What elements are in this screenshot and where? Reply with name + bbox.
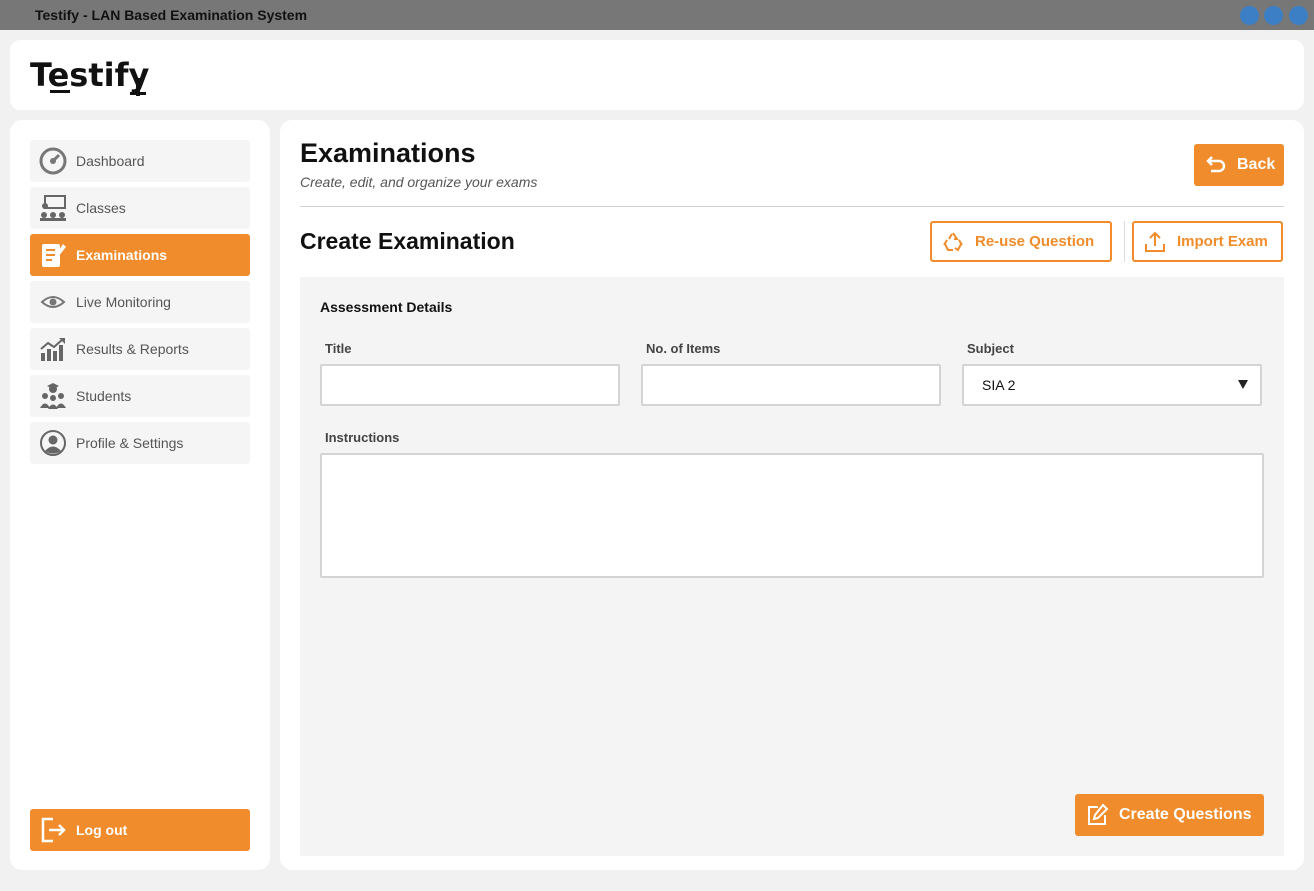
close-button[interactable]	[1289, 6, 1308, 25]
header-card	[10, 40, 1304, 110]
sidebar-item-profile-settings[interactable]: Profile & Settings	[30, 422, 250, 464]
button-separator	[1124, 221, 1125, 262]
sidebar-item-label: Classes	[76, 200, 126, 216]
sidebar-item-label: Students	[76, 388, 132, 404]
page-title: Examinations	[300, 138, 476, 168]
create-questions-button[interactable]: Create Questions	[1075, 794, 1264, 836]
students-icon	[39, 382, 67, 410]
eye-icon	[39, 288, 67, 316]
title-label: Title	[325, 341, 352, 356]
section-title: Create Examination	[300, 228, 515, 254]
testify-logo: Testify	[30, 56, 150, 96]
back-label: Back	[1237, 156, 1276, 173]
subject-label: Subject	[967, 341, 1014, 356]
divider	[300, 206, 1284, 207]
user-circle-icon	[39, 429, 67, 457]
assessment-details-panel: Assessment Details Title No. of Items Su…	[300, 277, 1284, 856]
sidebar-item-label: Profile & Settings	[76, 435, 184, 451]
sidebar-item-dashboard[interactable]: Dashboard	[30, 140, 250, 182]
logout-icon	[39, 816, 67, 844]
instructions-label: Instructions	[325, 430, 400, 445]
sidebar-item-examinations[interactable]: Examinations	[30, 234, 250, 276]
logout-button[interactable]: Log out	[30, 809, 250, 851]
undo-arrow-icon	[1206, 156, 1226, 173]
minimize-button[interactable]	[1240, 6, 1259, 25]
subject-select[interactable]: SIA 2	[962, 364, 1262, 406]
upload-icon	[1145, 231, 1165, 252]
sidebar-item-label: Live Monitoring	[76, 294, 171, 310]
main-content: Examinations Create, edit, and organize …	[280, 120, 1304, 870]
sidebar-item-live-monitoring[interactable]: Live Monitoring	[30, 281, 250, 323]
title-input[interactable]	[320, 364, 620, 406]
sidebar-item-results-reports[interactable]: Results & Reports	[30, 328, 250, 370]
reuse-question-button[interactable]: Re-use Question	[930, 221, 1112, 262]
svg-text:Testify: Testify	[30, 56, 150, 94]
sidebar-item-label: Results & Reports	[76, 341, 189, 357]
items-input[interactable]	[641, 364, 941, 406]
chevron-down-icon	[1238, 380, 1248, 389]
edit-pencil-icon	[1088, 803, 1109, 825]
chart-trend-icon	[39, 335, 67, 363]
panel-title: Assessment Details	[320, 299, 453, 315]
sidebar: Dashboard Classes Examinations Live Moni…	[10, 120, 270, 870]
sidebar-item-classes[interactable]: Classes	[30, 187, 250, 229]
classroom-icon	[39, 194, 67, 222]
subject-value: SIA 2	[982, 377, 1016, 393]
instructions-textarea[interactable]	[320, 453, 1264, 578]
reuse-question-label: Re-use Question	[975, 233, 1095, 250]
create-questions-label: Create Questions	[1119, 806, 1252, 823]
page-subtitle: Create, edit, and organize your exams	[300, 174, 538, 190]
logout-label: Log out	[76, 822, 128, 838]
import-exam-button[interactable]: Import Exam	[1132, 221, 1283, 262]
items-label: No. of Items	[646, 341, 721, 356]
import-exam-label: Import Exam	[1177, 233, 1268, 250]
window-titlebar: Testify - LAN Based Examination System	[0, 0, 1314, 30]
sidebar-item-label: Examinations	[76, 247, 168, 263]
maximize-button[interactable]	[1264, 6, 1283, 25]
recycle-icon	[943, 231, 963, 251]
speedometer-icon	[39, 147, 67, 175]
window-title: Testify - LAN Based Examination System	[35, 7, 308, 23]
back-button[interactable]: Back	[1194, 144, 1284, 186]
exam-paper-icon	[39, 241, 67, 269]
sidebar-item-label: Dashboard	[76, 153, 145, 169]
sidebar-item-students[interactable]: Students	[30, 375, 250, 417]
